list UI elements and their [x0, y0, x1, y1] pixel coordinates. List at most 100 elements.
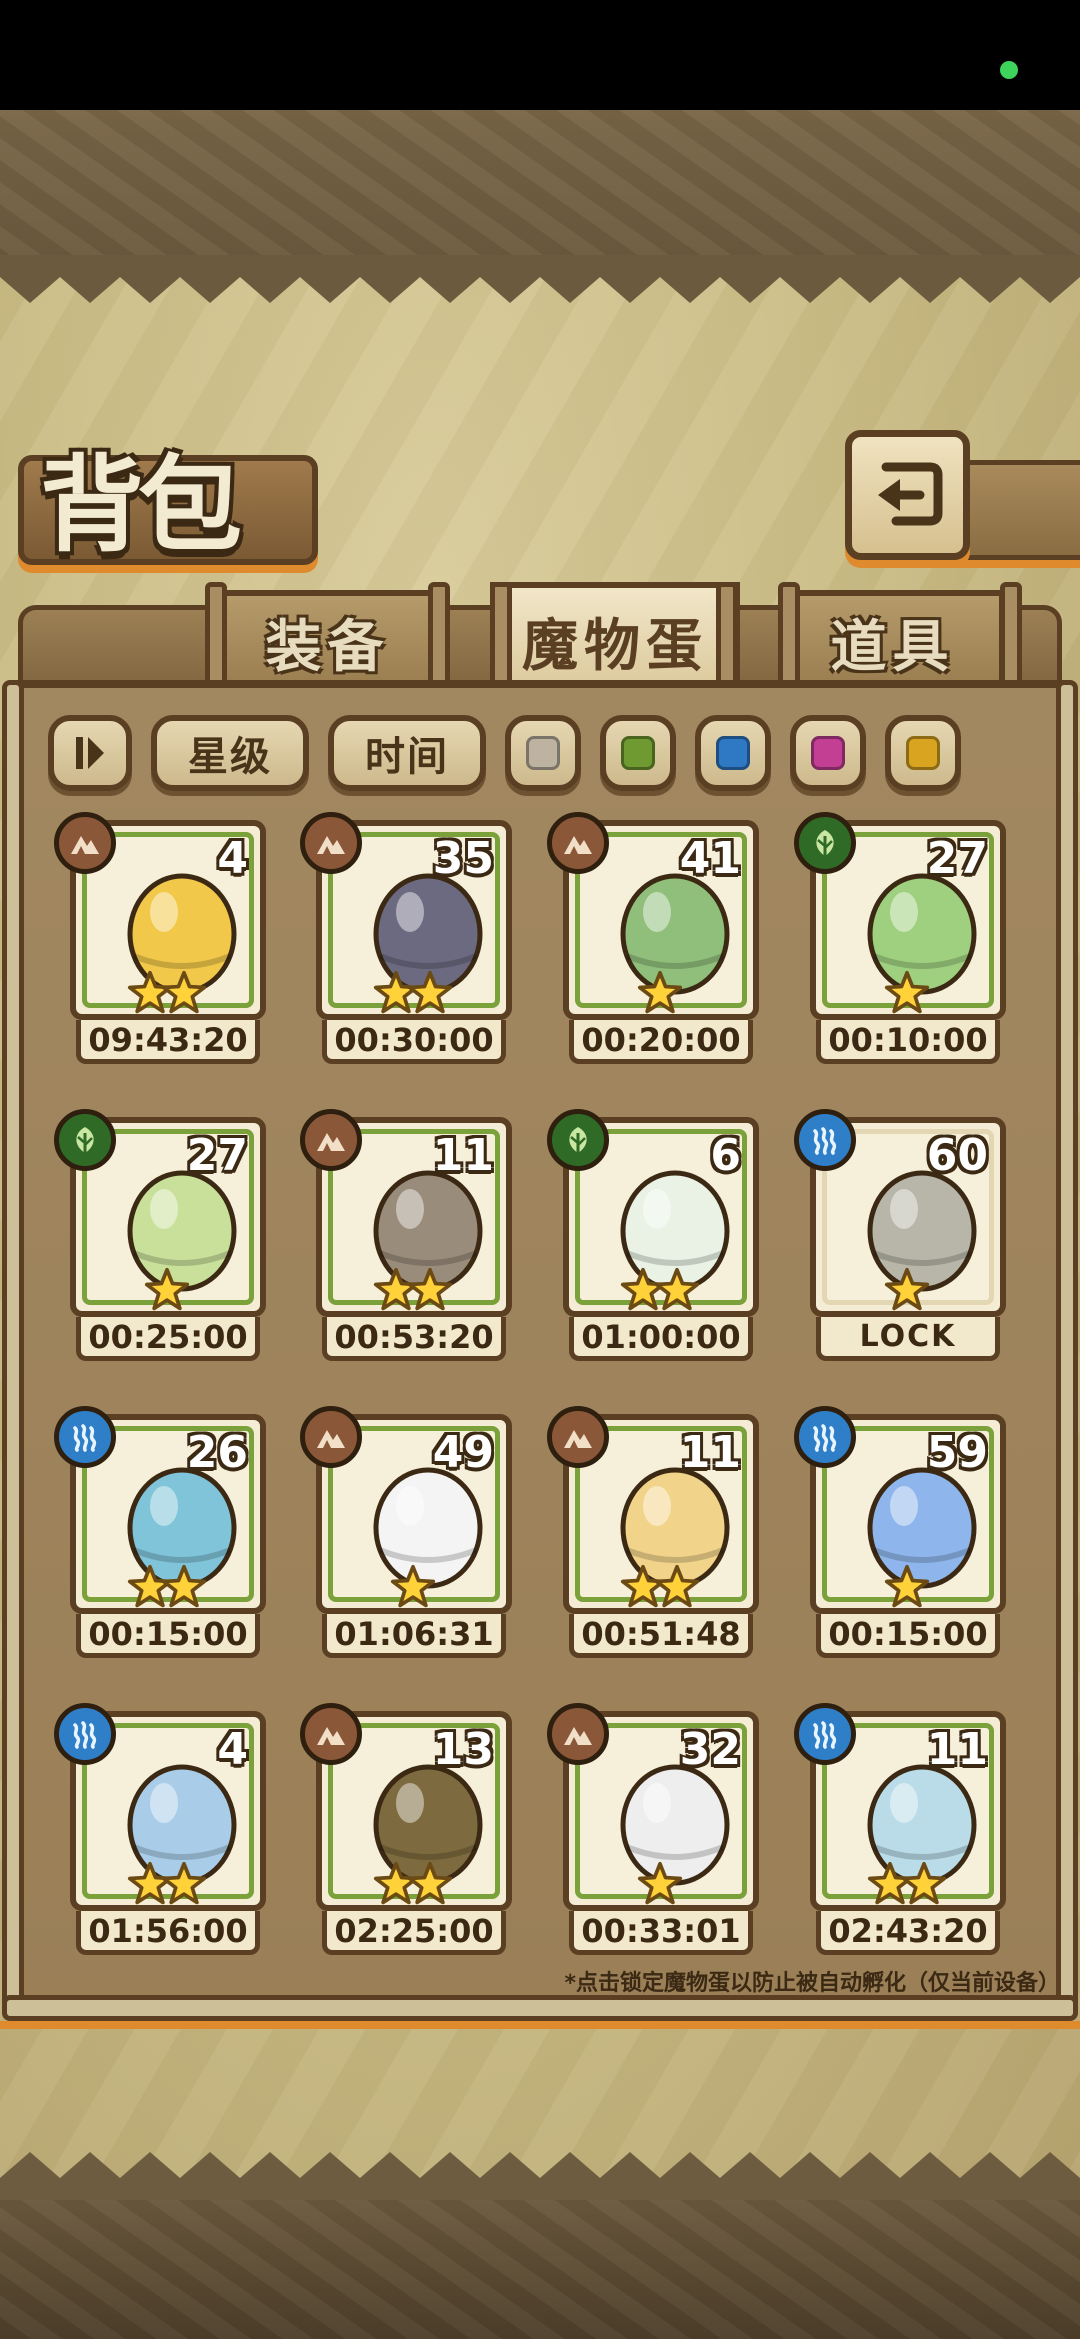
earth-element-icon: [547, 1406, 609, 1468]
star-icon: [637, 1861, 683, 1911]
star-icon: [884, 970, 930, 1020]
water-element-icon: [794, 1703, 856, 1765]
tab-post: [778, 582, 800, 692]
egg-slot[interactable]: 11 00:53:20: [300, 1109, 518, 1377]
sort-toggle-icon: [76, 737, 104, 769]
star-rating: [555, 1861, 765, 1911]
water-element-icon: [54, 1703, 116, 1765]
star-icon: [407, 970, 453, 1020]
egg-slot[interactable]: 26 00:15:00: [54, 1406, 272, 1674]
hatch-timer: 00:15:00: [76, 1614, 260, 1658]
earth-element-icon: [547, 812, 609, 874]
sort-by-time-label: 时间: [365, 733, 449, 780]
egg-count: 59: [926, 1427, 988, 1478]
back-button[interactable]: [845, 430, 970, 560]
purple-swatch: [811, 736, 845, 770]
lock-label: LOCK: [816, 1317, 1000, 1361]
egg-slot[interactable]: 27 00:25:00: [54, 1109, 272, 1377]
filter-gray-button[interactable]: [505, 715, 581, 791]
status-bar: [0, 0, 1080, 110]
egg-slot[interactable]: 27 00:10:00: [794, 812, 1012, 1080]
egg-slot[interactable]: 13 02:25:00: [300, 1703, 518, 1971]
sort-by-time-button[interactable]: 时间: [328, 715, 486, 791]
hatch-timer: 00:51:48: [569, 1614, 753, 1658]
star-icon: [161, 970, 207, 1020]
tab-post: [428, 582, 450, 692]
sort-by-star-button[interactable]: 星级: [151, 715, 309, 791]
egg-count: 11: [679, 1427, 741, 1478]
egg-slot[interactable]: 4 09:43:20: [54, 812, 272, 1080]
water-element-icon: [794, 1109, 856, 1171]
egg-slot[interactable]: 11 02:43:20: [794, 1703, 1012, 1971]
egg-count: 49: [432, 1427, 494, 1478]
egg-count: 60: [926, 1130, 988, 1181]
tab-post: [490, 582, 512, 692]
egg-slot[interactable]: 35 00:30:00: [300, 812, 518, 1080]
gray-swatch: [526, 736, 560, 770]
star-rating: [62, 1861, 272, 1911]
star-icon: [161, 1861, 207, 1911]
egg-slot[interactable]: 6 01:00:00: [547, 1109, 765, 1377]
blue-swatch: [716, 736, 750, 770]
grass-element-icon: [54, 1109, 116, 1171]
lock-hint-footnote: *点击锁定魔物蛋以防止被自动孵化（仅当前设备）: [564, 1971, 1060, 1996]
earth-element-icon: [54, 812, 116, 874]
page-title: 背包: [40, 443, 242, 566]
hatch-timer: 02:25:00: [322, 1911, 506, 1955]
star-icon: [901, 1861, 947, 1911]
egg-slot[interactable]: 60 LOCK: [794, 1109, 1012, 1377]
tab-post: [716, 582, 738, 692]
hatch-timer: 09:43:20: [76, 1020, 260, 1064]
egg-count: 32: [679, 1724, 741, 1775]
sort-toggle-button[interactable]: [48, 715, 132, 791]
hatch-timer: 00:33:01: [569, 1911, 753, 1955]
egg-slot[interactable]: 49 01:06:31: [300, 1406, 518, 1674]
gold-swatch: [906, 736, 940, 770]
earth-element-icon: [300, 812, 362, 874]
hatch-timer: 00:20:00: [569, 1020, 753, 1064]
star-rating: [555, 1564, 765, 1614]
green-swatch: [621, 736, 655, 770]
grass-element-icon: [794, 812, 856, 874]
egg-count: 41: [679, 833, 741, 884]
water-element-icon: [54, 1406, 116, 1468]
star-rating: [802, 1267, 1012, 1317]
earth-element-icon: [300, 1703, 362, 1765]
star-icon: [637, 970, 683, 1020]
background-bottom: [0, 2185, 1080, 2339]
egg-slot[interactable]: 11 00:51:48: [547, 1406, 765, 1674]
star-icon: [407, 1861, 453, 1911]
star-rating: [308, 1564, 518, 1614]
panel-rail-left: [2, 680, 24, 2020]
hatch-timer: 00:25:00: [76, 1317, 260, 1361]
filter-gold-button[interactable]: [885, 715, 961, 791]
earth-element-icon: [300, 1406, 362, 1468]
hatch-timer: 00:53:20: [322, 1317, 506, 1361]
egg-slot[interactable]: 41 00:20:00: [547, 812, 765, 1080]
star-rating: [308, 1861, 518, 1911]
egg-count: 13: [432, 1724, 494, 1775]
star-icon: [884, 1564, 930, 1614]
egg-slot[interactable]: 4 01:56:00: [54, 1703, 272, 1971]
egg-count: 11: [926, 1724, 988, 1775]
tab-post: [1000, 582, 1022, 692]
star-icon: [390, 1564, 436, 1614]
earth-element-icon: [547, 1703, 609, 1765]
hatch-timer: 00:10:00: [816, 1020, 1000, 1064]
star-rating: [802, 1861, 1012, 1911]
filter-purple-button[interactable]: [790, 715, 866, 791]
hatch-timer: 00:30:00: [322, 1020, 506, 1064]
filter-green-button[interactable]: [600, 715, 676, 791]
filter-blue-button[interactable]: [695, 715, 771, 791]
grass-element-icon: [547, 1109, 609, 1171]
star-rating: [555, 970, 765, 1020]
tab-label: 道具: [830, 614, 955, 680]
egg-slot[interactable]: 32 00:33:01: [547, 1703, 765, 1971]
star-icon: [654, 1267, 700, 1317]
camera-indicator-icon: [1000, 61, 1018, 79]
star-icon: [884, 1267, 930, 1317]
egg-count: 27: [926, 833, 988, 884]
tab-label: 装备: [265, 614, 390, 680]
egg-slot[interactable]: 59 00:15:00: [794, 1406, 1012, 1674]
star-rating: [802, 970, 1012, 1020]
